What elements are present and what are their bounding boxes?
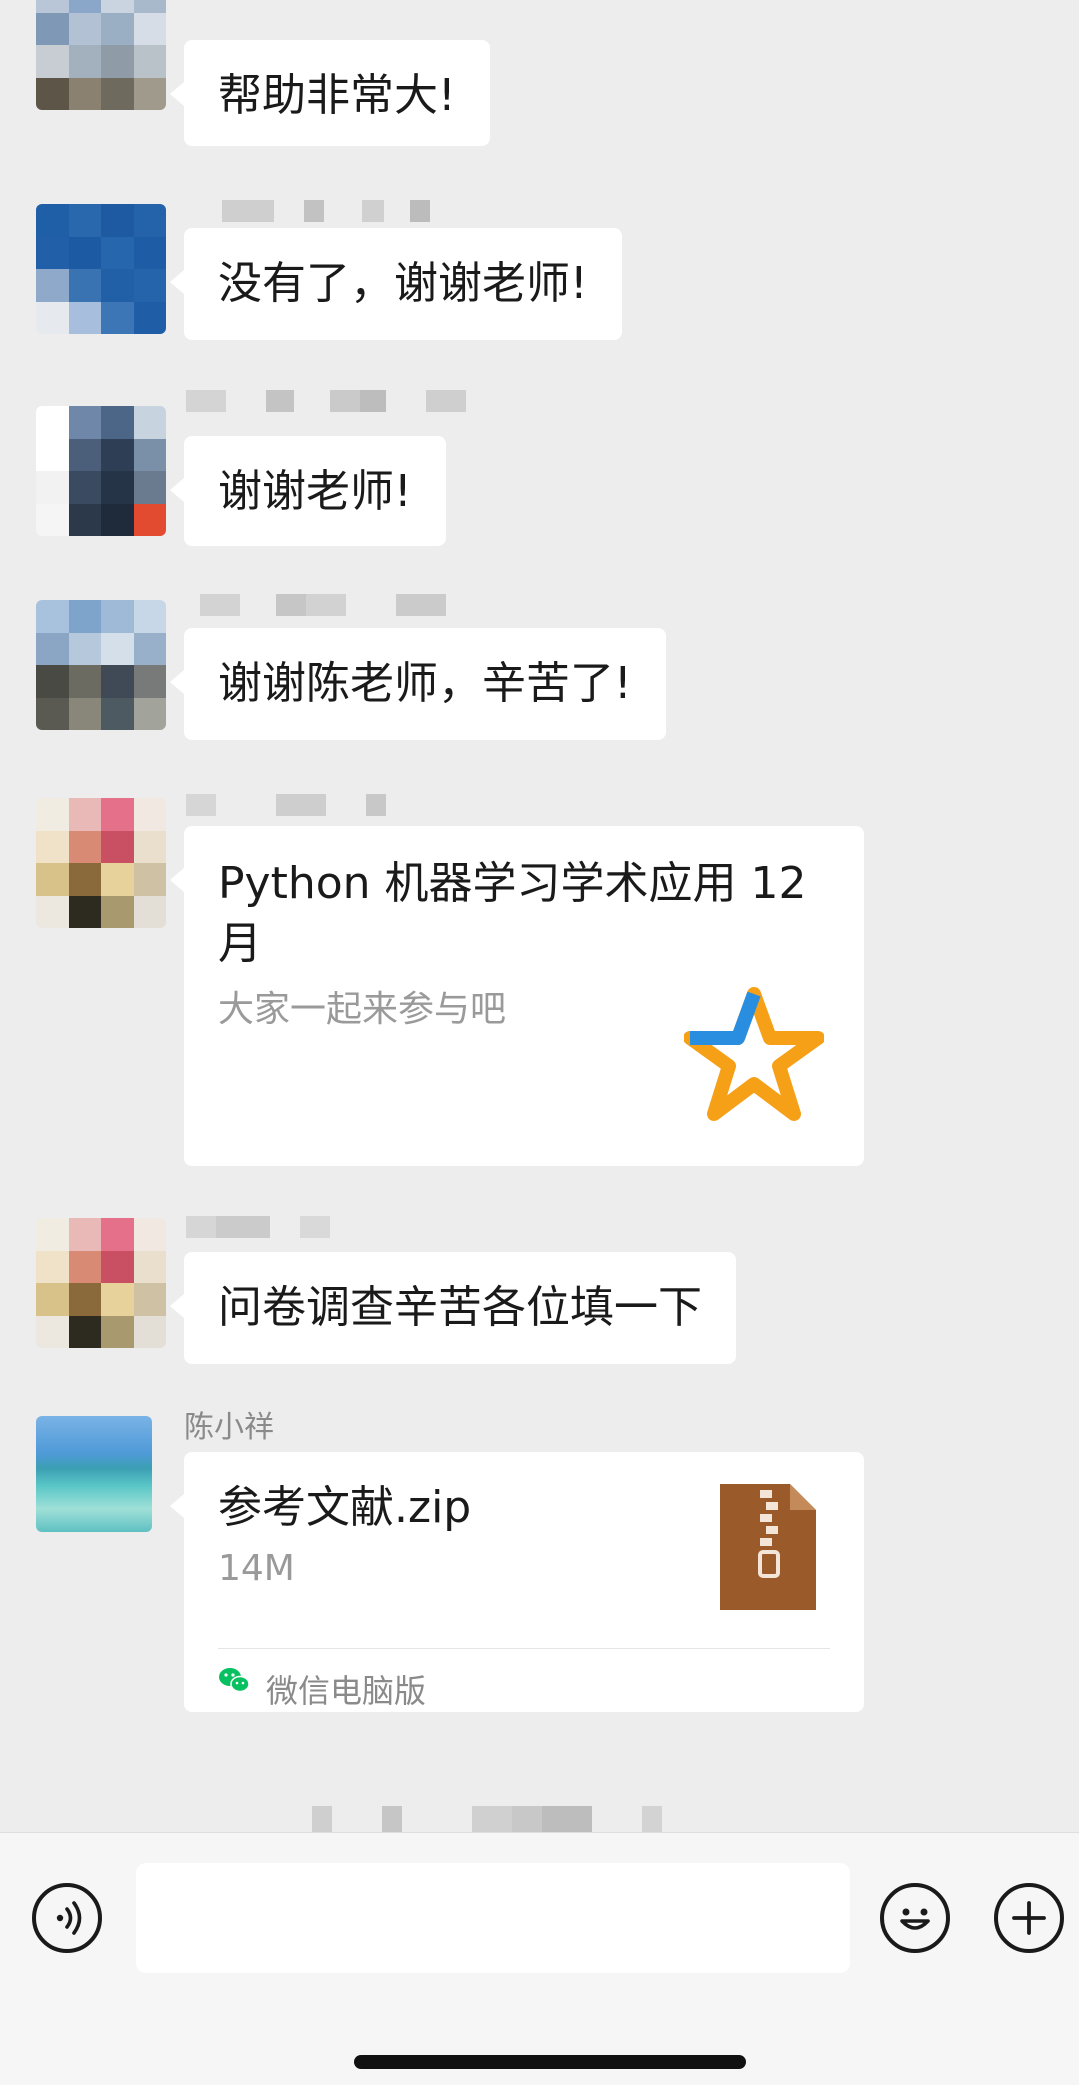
wechat-icon [219, 1668, 250, 1693]
message-text: 没有了，谢谢老师! [218, 258, 588, 309]
link-card[interactable]: Python 机器学习学术应用 12月 大家一起来参与吧 [170, 826, 864, 1166]
message-text: 问卷调查辛苦各位填一下 [218, 1282, 702, 1333]
message-bubble[interactable]: 问卷调查辛苦各位填一下 [170, 1252, 736, 1364]
blurred-nickname [222, 200, 430, 222]
divider [218, 1648, 830, 1649]
link-description: 大家一起来参与吧 [218, 989, 507, 1030]
avatar[interactable] [36, 406, 166, 536]
message-text: 谢谢老师! [218, 466, 412, 517]
file-source: 微信电脑版 [266, 1672, 427, 1710]
message-bubble[interactable]: 没有了，谢谢老师! [170, 228, 622, 340]
input-toolbar [0, 1832, 1079, 2085]
voice-button[interactable] [32, 1883, 102, 1953]
message-bubble[interactable]: 帮助非常大! [170, 40, 490, 146]
link-title: Python 机器学习学术应用 12月 [218, 858, 807, 969]
message-input[interactable] [136, 1863, 850, 1973]
blurred-nickname [186, 390, 466, 412]
blurred-nickname [200, 594, 446, 616]
emoji-button[interactable] [880, 1883, 950, 1953]
file-card[interactable]: 参考文献.zip 14M 微信电脑版 [170, 1452, 864, 1712]
blurred-nickname [186, 794, 386, 816]
home-indicator[interactable] [354, 2055, 746, 2069]
plus-icon [1012, 1901, 1046, 1935]
avatar[interactable] [36, 1416, 152, 1532]
chat-history[interactable]: 帮助非常大! 没有了，谢谢老师! 谢谢老师! 谢谢陈老师，辛苦了! Python… [0, 0, 1079, 1832]
message-bubble[interactable]: 谢谢陈老师，辛苦了! [170, 628, 666, 740]
star-logo-icon [684, 987, 824, 1121]
avatar[interactable] [36, 204, 166, 334]
zip-file-icon [720, 1484, 816, 1610]
message-text: 帮助非常大! [218, 70, 456, 121]
message-bubble[interactable]: 谢谢老师! [170, 436, 446, 546]
avatar[interactable] [36, 798, 166, 928]
avatar[interactable] [36, 1218, 166, 1348]
avatar[interactable] [36, 0, 166, 110]
blurred-nickname [186, 1216, 330, 1238]
more-button[interactable] [994, 1883, 1064, 1953]
blurred-nickname [312, 1806, 662, 1832]
emoji-icon [900, 1908, 930, 1930]
sender-name: 陈小祥 [184, 1410, 274, 1445]
file-size: 14M [218, 1548, 295, 1589]
voice-icon [56, 1901, 82, 1935]
message-text: 谢谢陈老师，辛苦了! [218, 658, 632, 709]
avatar[interactable] [36, 600, 166, 730]
